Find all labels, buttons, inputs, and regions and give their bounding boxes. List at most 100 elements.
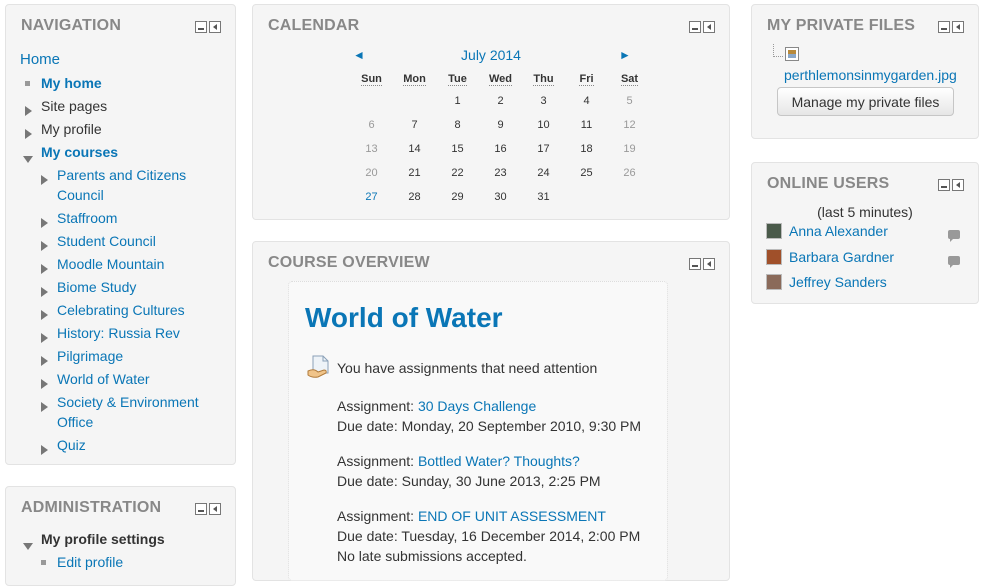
calendar-day[interactable]: 16 [479, 137, 522, 161]
nav-course-item[interactable]: Celebrating Cultures [20, 300, 227, 320]
hide-block-icon[interactable] [195, 503, 207, 515]
calendar-day[interactable]: 13 [350, 137, 393, 161]
nav-item-site-pages[interactable]: Site pages [20, 96, 227, 116]
expand-arrow-icon[interactable] [41, 310, 48, 320]
nav-item-edit-profile[interactable]: Edit profile [20, 552, 227, 572]
calendar-day[interactable]: 20 [350, 161, 393, 185]
assignment-link[interactable]: Bottled Water? Thoughts? [418, 453, 580, 469]
calendar-day[interactable]: 25 [565, 161, 608, 185]
expand-arrow-icon[interactable] [41, 218, 48, 228]
calendar-day[interactable]: 2 [479, 89, 522, 113]
hide-block-icon[interactable] [689, 258, 701, 270]
dock-block-icon[interactable] [952, 179, 964, 191]
hide-block-icon[interactable] [938, 21, 950, 33]
course-link[interactable]: Student Council [57, 233, 156, 249]
calendar-month-link[interactable]: July 2014 [461, 47, 521, 63]
calendar-day[interactable]: 23 [479, 161, 522, 185]
dock-block-icon[interactable] [209, 21, 221, 33]
calendar-day[interactable]: 24 [522, 161, 565, 185]
send-message-icon[interactable] [948, 230, 960, 242]
nav-item-home[interactable]: Home [20, 49, 227, 70]
nav-item-my-home[interactable]: My home [20, 73, 227, 93]
user-name-link[interactable]: Anna Alexander [789, 223, 888, 239]
calendar-day[interactable]: 1 [436, 89, 479, 113]
expand-arrow-icon[interactable] [25, 106, 32, 116]
course-link[interactable]: Parents and Citizens Council [57, 167, 186, 203]
course-link[interactable]: Moodle Mountain [57, 256, 164, 272]
collapse-arrow-icon[interactable] [23, 543, 33, 550]
nav-course-item[interactable]: Quiz [20, 435, 227, 455]
calendar-day[interactable]: 3 [522, 89, 565, 113]
assignment-link[interactable]: END OF UNIT ASSESSMENT [418, 508, 606, 524]
expand-arrow-icon[interactable] [41, 287, 48, 297]
calendar-day[interactable]: 21 [393, 161, 436, 185]
assignment-link[interactable]: 30 Days Challenge [418, 398, 536, 414]
dock-block-icon[interactable] [209, 503, 221, 515]
hide-block-icon[interactable] [195, 21, 207, 33]
calendar-day[interactable]: 26 [608, 161, 651, 185]
course-link[interactable]: Quiz [57, 437, 86, 453]
hide-block-icon[interactable] [689, 21, 701, 33]
calendar-day[interactable]: 15 [436, 137, 479, 161]
calendar-day[interactable]: 18 [565, 137, 608, 161]
calendar-day[interactable]: 9 [479, 113, 522, 137]
calendar-day[interactable]: 14 [393, 137, 436, 161]
nav-item-my-profile[interactable]: My profile [20, 119, 227, 139]
nav-course-item[interactable]: Society & Environment Office [20, 392, 227, 432]
site-pages-label[interactable]: Site pages [41, 98, 107, 114]
user-name-link[interactable]: Jeffrey Sanders [789, 274, 887, 290]
course-link[interactable]: World of Water [57, 371, 150, 387]
nav-course-item[interactable]: Biome Study [20, 277, 227, 297]
expand-arrow-icon[interactable] [41, 241, 48, 251]
nav-course-item[interactable]: Student Council [20, 231, 227, 251]
my-home-link[interactable]: My home [41, 75, 102, 91]
file-link[interactable]: perthlemonsinmygarden.jpg [784, 67, 957, 83]
calendar-day[interactable]: 10 [522, 113, 565, 137]
nav-course-item[interactable]: Staffroom [20, 208, 227, 228]
calendar-day[interactable]: 19 [608, 137, 651, 161]
dock-block-icon[interactable] [952, 21, 964, 33]
avatar[interactable] [766, 223, 782, 239]
nav-course-item[interactable]: Parents and Citizens Council [20, 165, 227, 205]
edit-profile-link[interactable]: Edit profile [57, 554, 123, 570]
nav-course-item[interactable]: World of Water [20, 369, 227, 389]
dock-block-icon[interactable] [703, 21, 715, 33]
nav-course-item[interactable]: Pilgrimage [20, 346, 227, 366]
expand-arrow-icon[interactable] [41, 333, 48, 343]
course-link[interactable]: Pilgrimage [57, 348, 123, 364]
expand-arrow-icon[interactable] [41, 445, 48, 455]
calendar-day[interactable]: 4 [565, 89, 608, 113]
calendar-day[interactable]: 30 [479, 185, 522, 209]
course-title-link[interactable]: World of Water [305, 302, 503, 334]
home-link[interactable]: Home [20, 51, 60, 68]
calendar-day[interactable]: 12 [608, 113, 651, 137]
calendar-day[interactable]: 11 [565, 113, 608, 137]
my-profile-label[interactable]: My profile [41, 121, 102, 137]
course-link[interactable]: History: Russia Rev [57, 325, 180, 341]
my-courses-link[interactable]: My courses [41, 144, 118, 160]
calendar-day[interactable]: 7 [393, 113, 436, 137]
send-message-icon[interactable] [948, 256, 960, 268]
profile-settings-label[interactable]: My profile settings [41, 531, 165, 547]
expand-arrow-icon[interactable] [41, 356, 48, 366]
expand-arrow-icon[interactable] [41, 175, 48, 185]
expand-arrow-icon[interactable] [41, 379, 48, 389]
dock-block-icon[interactable] [703, 258, 715, 270]
avatar[interactable] [766, 249, 782, 265]
expand-arrow-icon[interactable] [25, 129, 32, 139]
nav-item-profile-settings[interactable]: My profile settings [20, 529, 227, 550]
calendar-day[interactable]: 28 [393, 185, 436, 209]
calendar-day[interactable]: 5 [608, 89, 651, 113]
expand-arrow-icon[interactable] [41, 402, 48, 412]
user-name-link[interactable]: Barbara Gardner [789, 249, 894, 265]
nav-course-item[interactable]: History: Russia Rev [20, 323, 227, 343]
course-link[interactable]: Biome Study [57, 279, 136, 295]
image-file-icon[interactable] [785, 47, 799, 61]
expand-arrow-icon[interactable] [41, 264, 48, 274]
calendar-day[interactable]: 8 [436, 113, 479, 137]
calendar-day[interactable]: 6 [350, 113, 393, 137]
course-link[interactable]: Society & Environment Office [57, 394, 199, 430]
course-link[interactable]: Celebrating Cultures [57, 302, 185, 318]
calendar-day[interactable]: 29 [436, 185, 479, 209]
nav-course-item[interactable]: Moodle Mountain [20, 254, 227, 274]
